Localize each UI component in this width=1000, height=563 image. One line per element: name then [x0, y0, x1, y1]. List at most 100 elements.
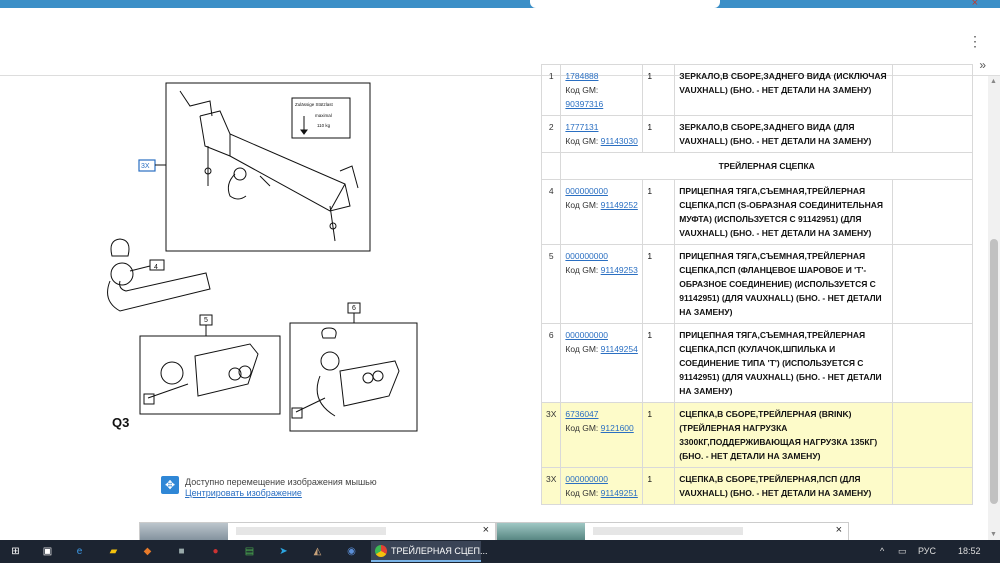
gm-code-link[interactable]: 91149254 — [601, 344, 638, 354]
notes-cell — [892, 115, 973, 153]
app-icon-3[interactable]: ● — [208, 544, 223, 559]
quantity-cell: 1 — [642, 115, 676, 153]
part-number-cell: 000000000 Код GM: 91149251 — [560, 467, 644, 505]
start-icon[interactable]: ⊞ — [8, 544, 23, 559]
quantity-cell: 1 — [642, 64, 676, 116]
part-number-cell: 1777131 Код GM: 91143030 — [560, 115, 644, 153]
part-number-cell: 1784888 Код GM: 90397316 — [560, 64, 644, 116]
ie-icon[interactable]: e — [72, 544, 87, 559]
quantity-cell: 1 — [642, 323, 676, 403]
taskbar-app-label: ТРЕЙЛЕРНАЯ СЦЕП... — [391, 546, 488, 556]
table-row[interactable]: 2 1777131 Код GM: 91143030 1 ЗЕРКАЛО,В СБОРЕ… — [540, 115, 973, 153]
table-row[interactable]: 6 000000000 Код GM: 91149254 1 ПРИЦЕПНАЯ ТЯГ… — [540, 323, 973, 403]
quantity-cell: 1 — [642, 402, 676, 468]
position-cell: 3X — [540, 467, 562, 505]
gm-code: Код GM: 91149252 — [565, 198, 638, 212]
section-title: ТРЕЙЛЕРНАЯ СЦЕПКА — [560, 152, 973, 180]
gm-code-link[interactable]: 90397316 — [565, 99, 603, 109]
part-number-cell: 000000000 Код GM: 91149253 — [560, 244, 644, 324]
sticker-line1: Zulässige Stützlast — [295, 102, 334, 107]
gm-code-link[interactable]: 91149251 — [601, 488, 638, 498]
quantity-cell: 1 — [642, 244, 676, 324]
browser-menu-icon[interactable]: ⋮ — [968, 33, 982, 50]
app-icon-4[interactable]: ▤ — [242, 544, 257, 559]
gm-code-label: Код GM: — [565, 265, 599, 275]
part-number-link[interactable]: 000000000 — [565, 472, 638, 486]
part-number-cell: 000000000 Код GM: 91149254 — [560, 323, 644, 403]
part-number-link[interactable]: 1784888 — [565, 69, 638, 83]
position-cell: 2 — [540, 115, 562, 153]
gm-code-label: Код GM: — [565, 85, 599, 95]
center-image-link[interactable]: Центрировать изображение — [185, 488, 302, 498]
callout-4[interactable]: 4 — [154, 264, 158, 271]
gm-code-link[interactable]: 91149252 — [601, 200, 638, 210]
bookmarks-more-icon[interactable]: » — [979, 58, 986, 72]
sticker-line2: maximal — [315, 113, 332, 118]
telegram-icon[interactable]: ➤ — [276, 544, 291, 559]
gm-code-link[interactable]: 91149253 — [601, 265, 638, 275]
tray-lang[interactable]: РУС — [918, 546, 936, 556]
table-row[interactable]: 5 000000000 Код GM: 91149253 1 ПРИЦЕПНАЯ ТЯГ… — [540, 244, 973, 324]
move-icon[interactable]: ✥ — [161, 476, 179, 494]
part-number-cell: 000000000 Код GM: 91149252 — [560, 179, 644, 245]
part-number-link[interactable]: 1777131 — [565, 120, 638, 134]
callout-6[interactable]: 6 — [352, 305, 356, 312]
gm-code-link[interactable]: 9121600 — [601, 423, 634, 433]
gm-code-label: Код GM: — [565, 423, 599, 433]
notes-cell — [892, 402, 973, 468]
taskbar-chrome-button[interactable]: ТРЕЙЛЕРНАЯ СЦЕП... — [371, 541, 488, 562]
popup-close-button[interactable]: × — [836, 524, 842, 536]
app-icon-6[interactable]: ◉ — [344, 544, 359, 559]
position-cell: 1 — [540, 64, 562, 116]
app-icon-2[interactable]: ■ — [174, 544, 189, 559]
tray-clock[interactable]: 18:52 — [958, 546, 981, 556]
app-icon-1[interactable]: ◆ — [140, 544, 155, 559]
part-number-link[interactable]: 000000000 — [565, 328, 638, 342]
position-cell: 6 — [540, 323, 562, 403]
popup-text — [593, 527, 743, 535]
description-cell: СЦЕПКА,В СБОРЕ,ТРЕЙЛЕРНАЯ,ПСП (ДЛЯ VAUXH… — [674, 467, 894, 505]
quantity-cell: 1 — [642, 467, 676, 505]
popup-2[interactable]: × — [496, 522, 849, 542]
quantity-cell: 1 — [642, 179, 676, 245]
notes-cell — [892, 323, 973, 403]
notes-cell — [892, 64, 973, 116]
active-tab[interactable] — [530, 0, 720, 8]
explorer-icon[interactable]: ▰ — [106, 544, 121, 559]
gm-code: Код GM: 91143030 — [565, 134, 638, 148]
network-icon[interactable]: ▭ — [898, 546, 907, 557]
description-cell: ПРИЦЕПНАЯ ТЯГА,СЪЕМНАЯ,ТРЕЙЛЕРНАЯ СЦЕПКА… — [674, 179, 894, 245]
scroll-down-icon[interactable]: ▼ — [990, 531, 997, 538]
callout-5[interactable]: 5 — [204, 317, 208, 324]
popup-close-button[interactable]: × — [483, 524, 489, 536]
tray-chevron-icon[interactable]: ^ — [880, 546, 884, 556]
part-number-link[interactable]: 6736047 — [565, 407, 638, 421]
table-row[interactable]: 3X 6736047 Код GM: 9121600 1 СЦЕПКА,В СБОРЕ,… — [540, 402, 973, 468]
parts-diagram[interactable]: 3X 4 5 6 Zulässige Stützlast maximal 110… — [100, 76, 430, 436]
popup-text — [236, 527, 386, 535]
scroll-up-icon[interactable]: ▲ — [990, 78, 997, 85]
description-cell: СЦЕПКА,В СБОРЕ,ТРЕЙЛЕРНАЯ (BRINK) (ТРЕЙЛ… — [674, 402, 894, 468]
scrollbar-thumb[interactable] — [990, 239, 998, 504]
callout-3x[interactable]: 3X — [141, 163, 150, 170]
task-view-icon[interactable]: ▣ — [40, 544, 55, 559]
table-row[interactable]: 1 1784888 Код GM: 90397316 1 ЗЕРКАЛО,В СБОРЕ… — [540, 64, 973, 116]
gm-code-link[interactable]: 91143030 — [601, 136, 638, 146]
description-cell: ПРИЦЕПНАЯ ТЯГА,СЪЕМНАЯ,ТРЕЙЛЕРНАЯ СЦЕПКА… — [674, 323, 894, 403]
notes-cell — [892, 179, 973, 245]
page-scrollbar[interactable]: ▲ ▼ — [988, 76, 1000, 540]
hint-text: Доступно перемещение изображения мышью — [185, 477, 377, 487]
popup-1[interactable]: × — [139, 522, 496, 542]
chrome-icon — [375, 545, 387, 557]
sticker-line3: 110 kg — [317, 123, 331, 128]
part-number-cell: 6736047 Код GM: 9121600 — [560, 402, 644, 468]
table-row[interactable]: 3X 000000000 Код GM: 91149251 1 СЦЕПКА,В СБО… — [540, 467, 973, 505]
section-row: ТРЕЙЛЕРНАЯ СЦЕПКА — [540, 152, 973, 180]
description-cell: ПРИЦЕПНАЯ ТЯГА,СЪЕМНАЯ,ТРЕЙЛЕРНАЯ СЦЕПКА… — [674, 244, 894, 324]
part-number-link[interactable]: 000000000 — [565, 184, 638, 198]
table-row[interactable]: 4 000000000 Код GM: 91149252 1 ПРИЦЕПНАЯ ТЯГ… — [540, 179, 973, 245]
notification-popups: × × — [139, 522, 859, 542]
app-icon-5[interactable]: ◭ — [310, 544, 325, 559]
browser-tab-strip: × — [0, 0, 1000, 9]
part-number-link[interactable]: 000000000 — [565, 249, 638, 263]
